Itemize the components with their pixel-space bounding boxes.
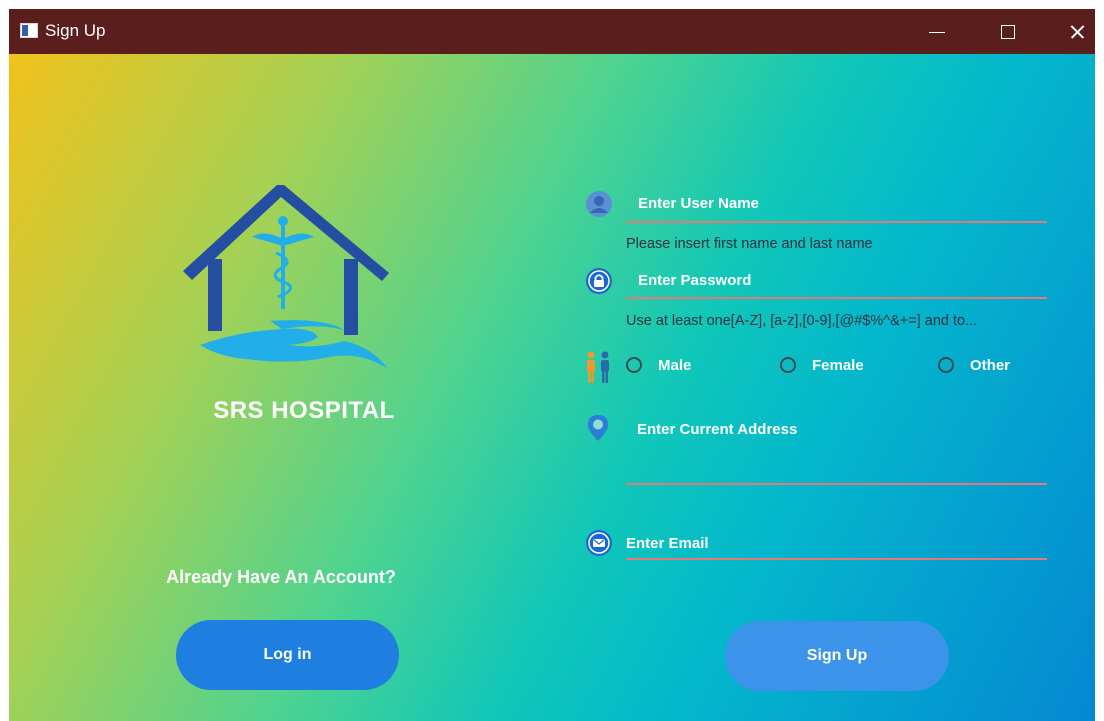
window-title: Sign Up <box>45 21 106 40</box>
app-icon <box>20 23 38 38</box>
user-icon <box>586 191 612 217</box>
radio-circle[interactable] <box>938 357 954 373</box>
account-prompt: Already Have An Account? <box>166 567 396 587</box>
password-input[interactable] <box>626 297 1047 299</box>
location-pin-icon <box>588 415 608 441</box>
lock-icon <box>586 268 612 294</box>
signup-button[interactable]: Sign Up <box>725 621 949 691</box>
login-button[interactable]: Log in <box>176 620 399 690</box>
address-label: Enter Current Address <box>637 421 798 438</box>
gender-icon <box>587 351 609 383</box>
radio-circle[interactable] <box>780 357 796 373</box>
username-helper: Please insert first name and last name <box>626 236 873 252</box>
radio-male[interactable]: Male <box>626 354 691 376</box>
password-label: Enter Password <box>638 272 752 289</box>
email-label: Enter Email <box>626 535 709 552</box>
hospital-name: SRS HOSPITAL <box>213 397 395 424</box>
signup-window: Sign Up SRS HOSPITAL Already Have An Acc… <box>9 9 1095 721</box>
email-icon <box>586 530 612 556</box>
radio-female[interactable]: Female <box>780 354 864 376</box>
signup-content: SRS HOSPITAL Already Have An Account? Lo… <box>9 54 1095 721</box>
hospital-logo-icon <box>183 185 389 369</box>
username-input[interactable] <box>626 221 1047 223</box>
title-bar[interactable]: Sign Up <box>9 9 1095 54</box>
email-input[interactable] <box>626 558 1047 560</box>
radio-other[interactable]: Other <box>938 354 1010 376</box>
password-helper: Use at least one[A-Z], [a-z],[0-9],[@#$%… <box>626 313 978 329</box>
radio-circle[interactable] <box>626 357 642 373</box>
minimize-icon[interactable] <box>905 9 975 54</box>
maximize-icon[interactable] <box>973 9 1043 54</box>
close-icon[interactable] <box>1045 9 1095 54</box>
username-label: Enter User Name <box>638 195 759 212</box>
address-input[interactable] <box>626 483 1047 485</box>
